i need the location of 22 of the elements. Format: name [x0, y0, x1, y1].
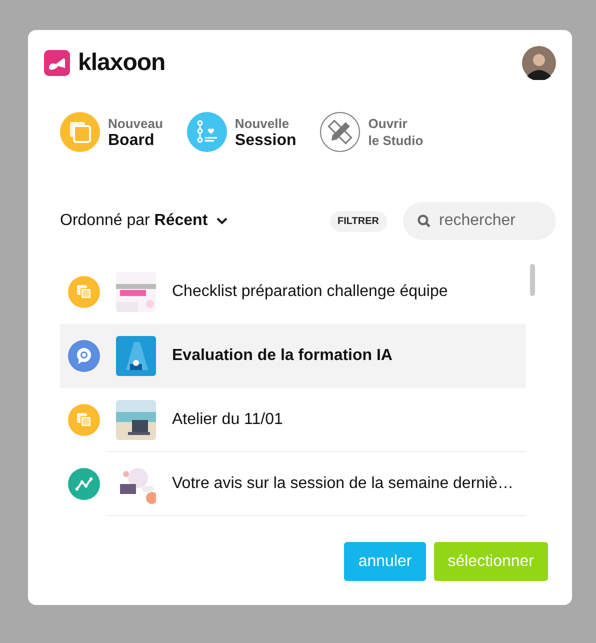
sort-dropdown[interactable]: Ordonné par Récent: [60, 212, 228, 230]
pencil-ruler-icon: [320, 112, 360, 152]
session-icon: [186, 112, 227, 152]
action-button[interactable]: Nouvelle Session: [186, 112, 296, 152]
list-item[interactable]: Atelier du 11/01: [60, 388, 526, 452]
logo-icon: [44, 50, 70, 76]
search-icon: [417, 214, 431, 228]
list-item[interactable]: Votre avis sur la session de la semaine derniè…: [60, 452, 526, 516]
search-field[interactable]: rechercher: [403, 202, 556, 240]
board-icon: [76, 284, 92, 300]
logo-text: klaxoon: [78, 49, 166, 77]
action-button[interactable]: Nouveau Board: [60, 112, 163, 152]
trend-line-icon: [75, 477, 93, 491]
list-item[interactable]: Checklist préparation challenge équipe: [60, 260, 526, 324]
filter-button[interactable]: FILTRER: [330, 210, 387, 232]
chevron-down-icon: [216, 217, 228, 225]
list-item[interactable]: Evaluation de la formation IA: [60, 324, 526, 388]
avatar[interactable]: [522, 46, 556, 80]
board-icon: [60, 112, 100, 152]
chat-bubble-icon: [75, 347, 93, 365]
board-icon: [76, 412, 92, 428]
action-button[interactable]: Ouvrir le Studio: [320, 112, 424, 152]
